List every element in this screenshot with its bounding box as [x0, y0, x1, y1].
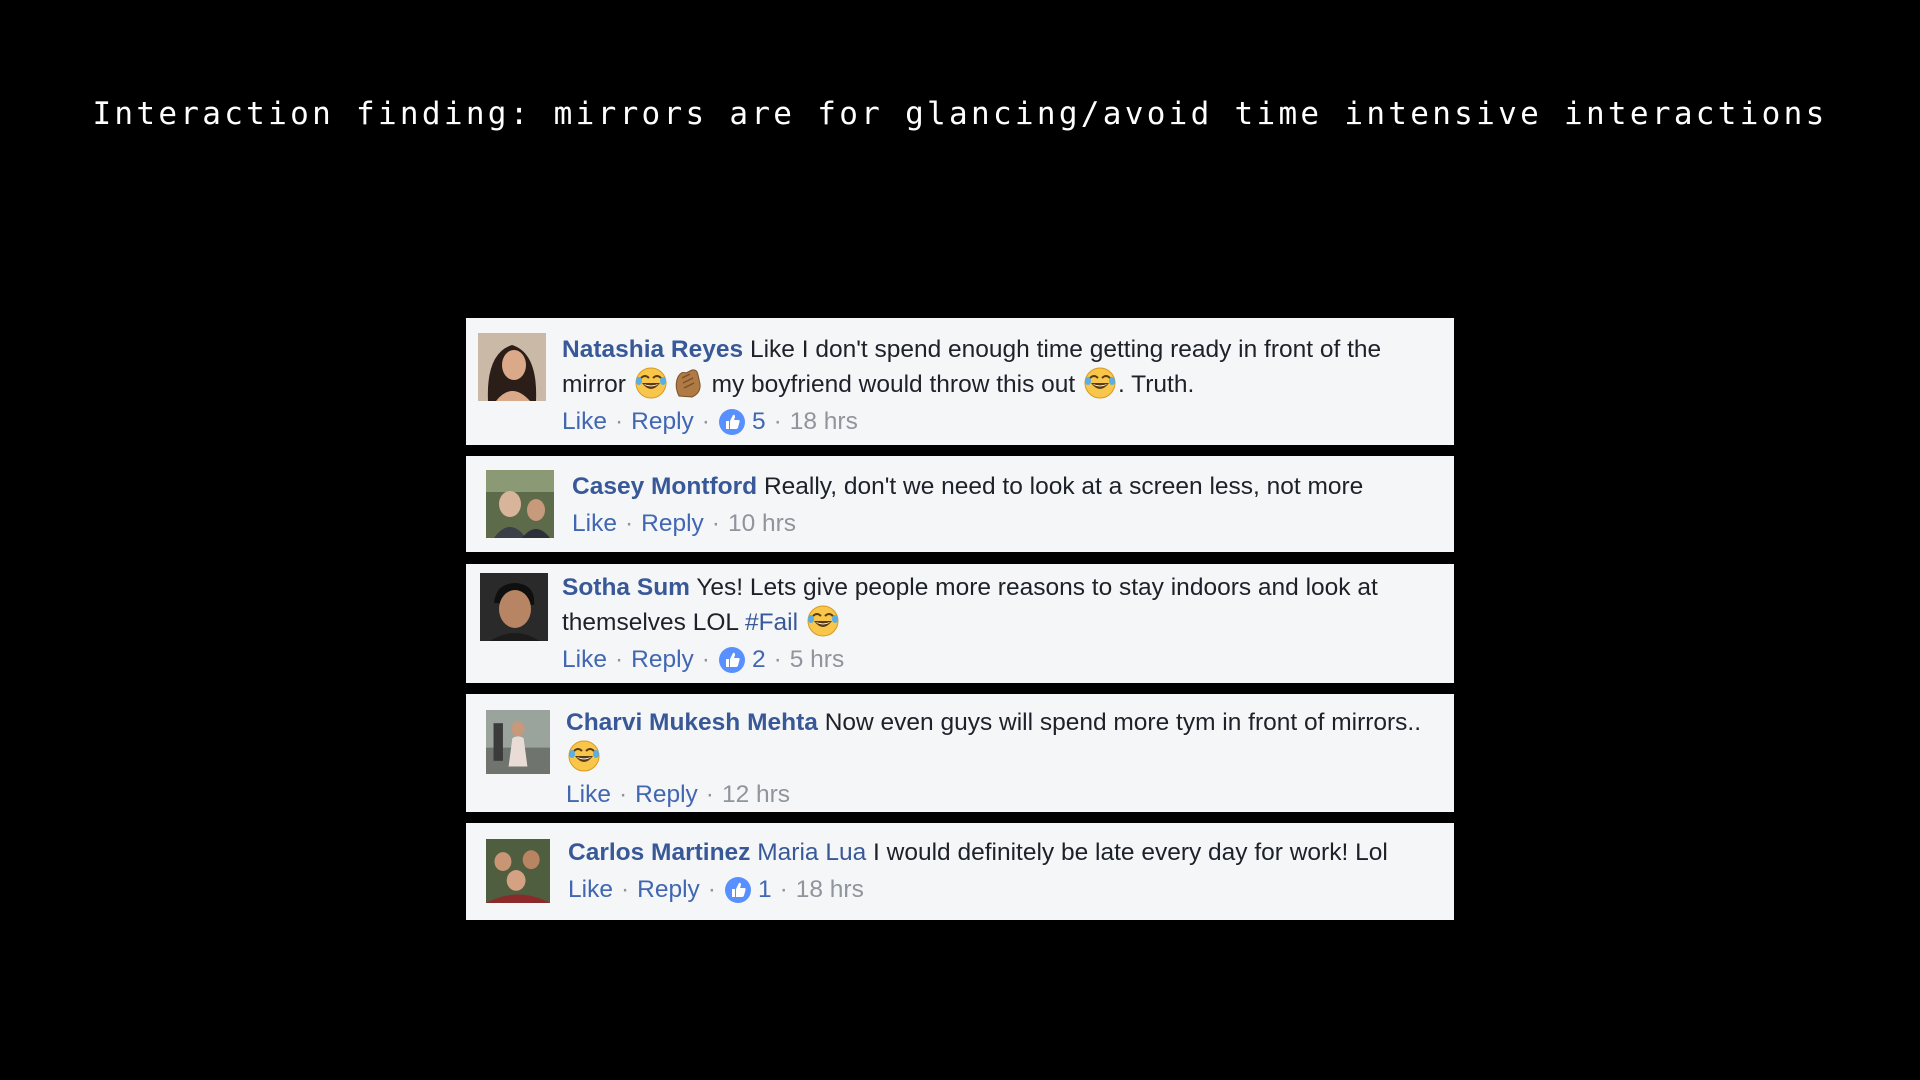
- comment-author[interactable]: Casey Montford: [572, 473, 757, 500]
- comment-text: I would definitely be late every day for…: [873, 839, 1388, 866]
- comment-text: my boyfriend would throw this out: [711, 371, 1076, 398]
- like-reaction-icon[interactable]: [718, 646, 746, 674]
- comment-content: Carlos Martinez Maria Lua I would defini…: [568, 836, 1432, 907]
- comment-body: Natashia Reyes Like I don't spend enough…: [562, 333, 1432, 401]
- comment-timestamp[interactable]: 5 hrs: [790, 643, 844, 677]
- separator-dot: ·: [701, 408, 710, 435]
- hashtag-link[interactable]: #Fail: [745, 609, 798, 636]
- tears-of-joy-emoji: [567, 739, 601, 773]
- comment-body: Carlos Martinez Maria Lua I would defini…: [568, 836, 1432, 869]
- tears-of-joy-emoji: [1083, 366, 1117, 400]
- reply-link[interactable]: Reply: [631, 643, 694, 677]
- comment-body: Sotha Sum Yes! Lets give people more rea…: [562, 571, 1432, 639]
- like-link[interactable]: Like: [572, 507, 617, 541]
- comment-body: Charvi Mukesh Mehta Now even guys will s…: [566, 706, 1432, 774]
- like-reaction-icon[interactable]: [724, 876, 752, 904]
- reply-link[interactable]: Reply: [641, 507, 704, 541]
- separator-dot: ·: [773, 408, 782, 435]
- separator-dot: ·: [705, 781, 714, 808]
- avatar[interactable]: [486, 838, 550, 904]
- separator-dot: ·: [701, 646, 710, 673]
- tears-of-joy-emoji: [806, 604, 840, 638]
- avatar[interactable]: [486, 710, 550, 774]
- comment-card: Sotha Sum Yes! Lets give people more rea…: [466, 564, 1454, 683]
- comment-actions: Like · Reply · 1 · 18 hrs: [568, 873, 1432, 907]
- comment-card: Carlos Martinez Maria Lua I would defini…: [466, 823, 1454, 920]
- separator-dot: ·: [618, 781, 628, 808]
- comment-content: Casey Montford Really, don't we need to …: [572, 470, 1432, 541]
- tears-of-joy-emoji: [634, 366, 668, 400]
- reaction-count[interactable]: 2: [752, 643, 766, 677]
- comment-card: Natashia Reyes Like I don't spend enough…: [466, 318, 1454, 445]
- reply-link[interactable]: Reply: [637, 873, 700, 907]
- comment-text: . Truth.: [1118, 371, 1195, 398]
- like-reaction-icon[interactable]: [718, 408, 746, 436]
- like-link[interactable]: Like: [562, 643, 607, 677]
- clapping-hands-emoji: [670, 366, 704, 400]
- comment-card: Casey Montford Really, don't we need to …: [466, 456, 1454, 552]
- slide-title: Interaction finding: mirrors are for gla…: [92, 96, 1828, 132]
- separator-dot: ·: [624, 510, 634, 537]
- separator-dot: ·: [711, 510, 720, 537]
- like-link[interactable]: Like: [562, 405, 607, 439]
- comment-actions: Like · Reply · 10 hrs: [572, 507, 1432, 541]
- mention-link[interactable]: Maria Lua: [757, 839, 866, 866]
- like-link[interactable]: Like: [568, 873, 613, 907]
- like-link[interactable]: Like: [566, 778, 611, 812]
- comment-timestamp[interactable]: 18 hrs: [790, 405, 858, 439]
- avatar[interactable]: [486, 470, 554, 538]
- comment-actions: Like · Reply · 12 hrs: [566, 778, 1432, 812]
- comment-content: Sotha Sum Yes! Lets give people more rea…: [562, 571, 1432, 677]
- separator-dot: ·: [773, 646, 782, 673]
- separator-dot: ·: [779, 876, 788, 903]
- comment-text: Really, don't we need to look at a scree…: [763, 473, 1364, 500]
- separator-dot: ·: [614, 646, 624, 673]
- comment-author[interactable]: Carlos Martinez: [568, 839, 750, 866]
- comment-content: Natashia Reyes Like I don't spend enough…: [562, 333, 1432, 439]
- avatar[interactable]: [480, 573, 548, 641]
- separator-dot: ·: [620, 876, 630, 903]
- comment-timestamp[interactable]: 10 hrs: [728, 507, 796, 541]
- comment-author[interactable]: Sotha Sum: [562, 574, 690, 601]
- separator-dot: ·: [614, 408, 624, 435]
- separator-dot: ·: [707, 876, 716, 903]
- comment-author[interactable]: Charvi Mukesh Mehta: [566, 709, 818, 736]
- reaction-count[interactable]: 1: [758, 873, 772, 907]
- comment-timestamp[interactable]: 12 hrs: [722, 778, 790, 812]
- reply-link[interactable]: Reply: [631, 405, 694, 439]
- comment-author[interactable]: Natashia Reyes: [562, 336, 743, 363]
- comment-timestamp[interactable]: 18 hrs: [796, 873, 864, 907]
- comment-content: Charvi Mukesh Mehta Now even guys will s…: [566, 706, 1432, 812]
- reaction-count[interactable]: 5: [752, 405, 766, 439]
- comment-body: Casey Montford Really, don't we need to …: [572, 470, 1432, 503]
- reply-link[interactable]: Reply: [635, 778, 698, 812]
- avatar[interactable]: [478, 333, 546, 401]
- comment-text: Now even guys will spend more tym in fro…: [824, 709, 1422, 736]
- comment-actions: Like · Reply · 2 · 5 hrs: [562, 643, 1432, 677]
- comment-card: Charvi Mukesh Mehta Now even guys will s…: [466, 694, 1454, 812]
- comment-actions: Like · Reply · 5 · 18 hrs: [562, 405, 1432, 439]
